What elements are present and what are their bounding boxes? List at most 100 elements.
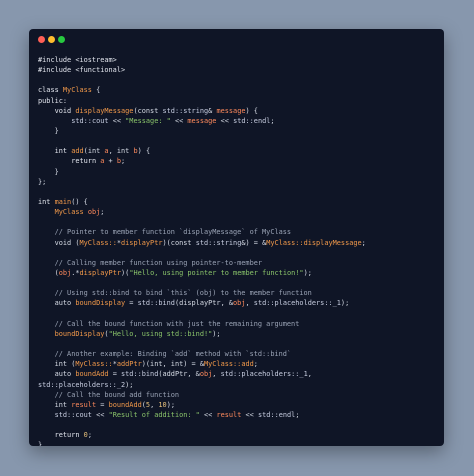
code-token: // Using std::bind to bind `this` (obj) …: [38, 289, 312, 298]
code-token: "Message: ": [125, 116, 171, 125]
window-titlebar: [29, 29, 444, 51]
code-token: ;: [270, 116, 275, 125]
code-token: )(const: [162, 238, 196, 247]
code-token: );: [166, 400, 176, 409]
code-token: ;: [295, 410, 300, 419]
code-token: (addPtr, &: [158, 370, 200, 379]
code-token: add: [71, 147, 84, 156]
code-token: void: [54, 106, 76, 115]
code-token: std::cout: [54, 410, 92, 419]
code-token: MyClass::: [79, 238, 117, 247]
code-token: auto: [38, 370, 76, 379]
code-token: // Another example: Binding `add` method…: [38, 350, 292, 359]
code-token: ;: [361, 238, 366, 247]
code-line: int main() {: [38, 197, 444, 207]
code-token: ;: [121, 157, 126, 166]
code-line: // Pointer to member function `displayMe…: [38, 227, 444, 237]
code-token: int: [38, 400, 72, 409]
code-token: ,: [212, 370, 221, 379]
code-token: // Call the bound add function: [38, 390, 180, 399]
code-token: <<: [91, 410, 109, 419]
code-token: std::bind: [121, 370, 159, 379]
code-token: obj: [199, 370, 213, 379]
code-token: boundDisplay: [54, 329, 105, 338]
code-token: std::string: [162, 106, 209, 115]
code-token: obj: [87, 208, 101, 217]
code-token: <<: [241, 410, 258, 419]
code-line: };: [38, 177, 444, 187]
code-token: =: [125, 299, 138, 308]
code-token: return: [71, 157, 101, 166]
code-token: #include <functional>: [38, 66, 126, 75]
code-token: obj: [233, 299, 246, 308]
maximize-window-control[interactable]: [58, 36, 65, 43]
code-line: public:: [38, 96, 444, 106]
code-token: .*: [71, 268, 80, 277]
code-block: #include <iostream> #include <functional>…: [38, 55, 444, 446]
code-token: ;: [100, 208, 105, 217]
code-token: ,: [307, 370, 312, 379]
code-token: <<: [216, 116, 234, 125]
code-token: // Calling member function using pointer…: [38, 258, 263, 267]
code-line: auto boundDisplay = std::bind(displayPtr…: [38, 298, 444, 308]
code-token: obj: [58, 268, 72, 277]
code-line: std::cout << "Result of addition: " << r…: [38, 410, 444, 420]
code-token: =: [108, 370, 121, 379]
code-token: (int: [83, 147, 105, 156]
code-token: boundAdd: [75, 370, 109, 379]
minimize-window-control[interactable]: [48, 36, 55, 43]
code-token: public:: [38, 96, 68, 105]
code-line: return a + b;: [38, 156, 444, 166]
code-token: int (: [38, 360, 76, 369]
code-token: std::cout: [71, 116, 109, 125]
code-token: );: [125, 380, 134, 389]
code-line: }: [38, 440, 444, 446]
code-token: std::string: [195, 238, 242, 247]
code-token: std::placeholders::_1: [220, 370, 308, 379]
code-token: (const: [133, 106, 163, 115]
code-line: (obj.*displayPtr)("Hello, using pointer …: [38, 268, 444, 278]
code-token: ) {: [245, 106, 258, 115]
code-token: MyClass::add: [203, 360, 254, 369]
code-token: class: [38, 86, 63, 95]
code-token: std::placeholders::_1: [253, 299, 341, 308]
code-token: return: [54, 431, 84, 440]
code-token: "Result of addition: ": [108, 410, 200, 419]
code-token: )(int, int) = &: [141, 360, 204, 369]
code-line: // Another example: Binding `add` method…: [38, 349, 444, 359]
code-line: boundDisplay("Hello, using std::bind!");: [38, 329, 444, 339]
code-token: addPtr: [116, 360, 142, 369]
code-token: <<: [108, 116, 126, 125]
code-token: message: [216, 106, 246, 115]
code-token: ) {: [137, 147, 151, 156]
code-line: int (MyClass::*addPtr)(int, int) = &MyCl…: [38, 359, 444, 369]
code-token: 10: [158, 400, 167, 409]
code-line: return 0;: [38, 430, 444, 440]
code-token: MyClass::: [75, 360, 113, 369]
code-token: ,: [245, 299, 254, 308]
code-line: void displayMessage(const std::string& m…: [38, 106, 444, 116]
code-token: () {: [71, 197, 88, 206]
code-line: // Calling member function using pointer…: [38, 258, 444, 268]
code-line: MyClass obj;: [38, 207, 444, 217]
code-line: int result = boundAdd(5, 10);: [38, 400, 444, 410]
code-token: );: [303, 268, 312, 277]
code-token: =: [96, 400, 109, 409]
code-token: std::bind: [137, 299, 175, 308]
code-token: int: [54, 147, 72, 156]
code-token: int: [38, 197, 55, 206]
code-token: "Hello, using pointer to member function…: [129, 268, 304, 277]
code-token: MyClass: [54, 208, 84, 217]
code-line: std::cout << "Message: " << message << s…: [38, 116, 444, 126]
close-window-control[interactable]: [38, 36, 45, 43]
code-token: void (: [38, 238, 80, 247]
